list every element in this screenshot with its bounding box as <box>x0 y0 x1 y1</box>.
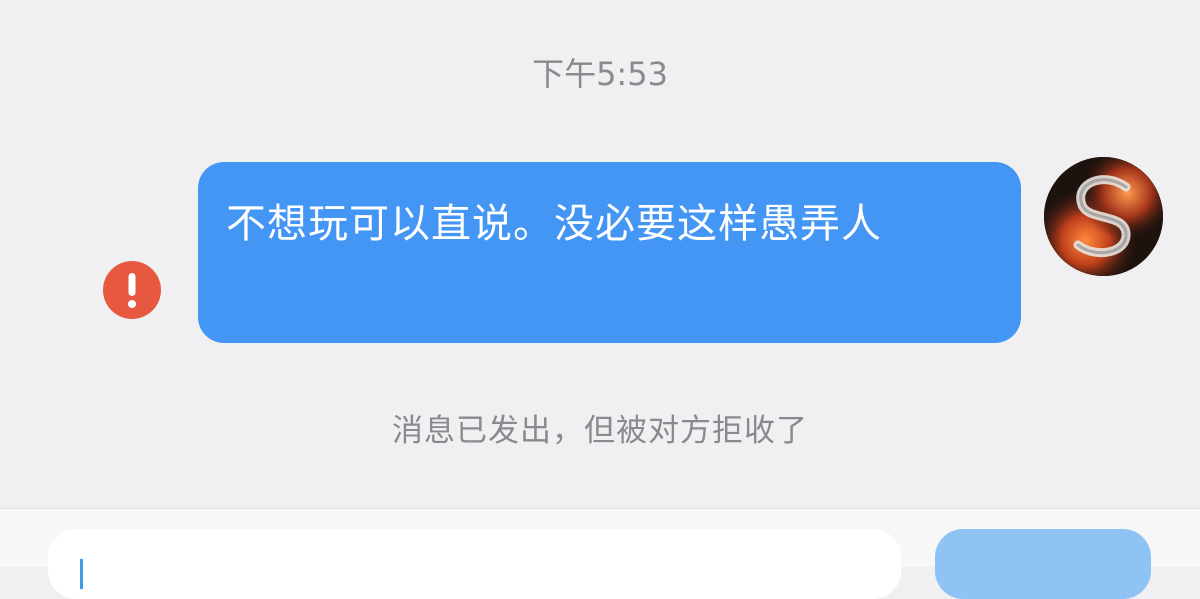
text-caret <box>80 559 83 589</box>
avatar[interactable] <box>1044 157 1163 276</box>
exclamation-glyph <box>128 273 136 308</box>
exclamation-circle-icon[interactable] <box>103 261 161 319</box>
input-bar <box>0 508 1200 599</box>
outgoing-message-bubble[interactable]: 不想玩可以直说。没必要这样愚弄人 <box>198 162 1021 343</box>
message-timestamp: 下午5:53 <box>532 55 668 93</box>
send-button[interactable] <box>935 529 1151 599</box>
message-input[interactable] <box>48 529 901 599</box>
chat-area: 下午5:53 不想玩可以直说。没必要这样愚弄人 消息已发出，但被对方拒收了 <box>0 0 1200 508</box>
message-text: 不想玩可以直说。没必要这样愚弄人 <box>226 201 882 247</box>
delivery-status-note: 消息已发出，但被对方拒收了 <box>392 413 808 449</box>
avatar-image <box>1044 157 1163 276</box>
